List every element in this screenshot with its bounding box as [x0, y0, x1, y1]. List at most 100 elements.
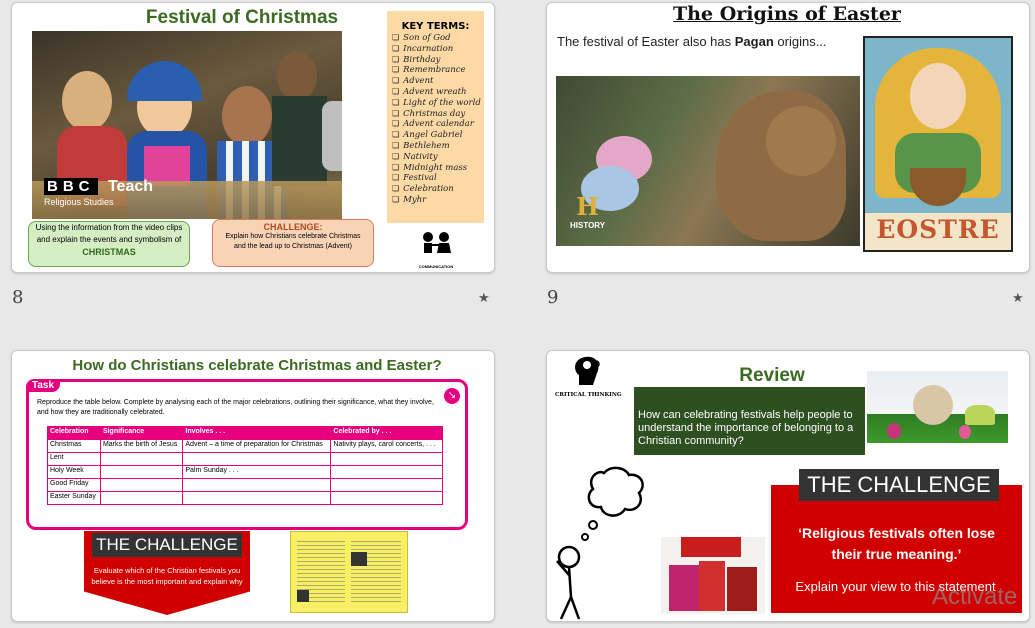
table-cell: [330, 465, 443, 479]
religious-studies-label: Religious Studies: [44, 197, 114, 207]
history-label: HISTORY: [570, 221, 606, 230]
table-cell: [182, 491, 332, 505]
key-terms-heading: KEY TERMS:: [401, 21, 470, 32]
table-cell: [182, 478, 332, 492]
key-term-item: Remembrance: [392, 65, 484, 76]
table-cell: Good Friday: [47, 478, 101, 492]
communication-icon: COMMUNICATION: [414, 231, 458, 271]
bbc-teach-logo: BBC Teach Religious Studies: [44, 178, 153, 207]
slide-thumbnail-10[interactable]: How do Christians celebrate Christmas an…: [11, 350, 495, 622]
subtitle-bold: Pagan: [734, 34, 774, 49]
bbc-logo-text: BBC: [44, 178, 98, 195]
eostre-label: EOSTRE: [876, 215, 1000, 244]
key-term-item: Birthday: [392, 55, 484, 66]
thinking-figure-icon: [549, 465, 649, 620]
table-row: Good Friday: [47, 478, 443, 492]
review-question-box: How can celebrating festivals help peopl…: [634, 387, 865, 455]
teach-logo-text: Teach: [107, 178, 154, 195]
challenge-heading: CHALLENGE:: [263, 222, 323, 232]
key-term-item: Nativity: [392, 152, 484, 163]
table-cell: [330, 491, 443, 505]
challenge-title: THE CHALLENGE: [92, 533, 242, 557]
table-cell: Advent – a time of preparation for Chris…: [182, 439, 332, 453]
info-box: Using the information from the video cli…: [28, 221, 190, 267]
table-cell: Marks the birth of Jesus: [99, 439, 184, 453]
eostre-illustration: EOSTRE: [863, 36, 1013, 252]
review-question: How can celebrating festivals help peopl…: [638, 409, 854, 447]
critical-thinking-label: CRITICAL THINKING: [555, 392, 622, 398]
key-terms-box: KEY TERMS: Son of GodIncarnationBirthday…: [387, 11, 484, 223]
table-cell: [99, 452, 184, 466]
table-header-cell: Celebrated by . . .: [330, 426, 443, 440]
slide-subtitle: The festival of Easter also has Pagan or…: [557, 34, 827, 49]
key-term-item: Advent: [392, 76, 484, 87]
activate-windows-watermark: Activate: [932, 583, 1018, 610]
slide-thumbnail-11[interactable]: CRITICAL THINKING Review How can celebra…: [546, 350, 1030, 622]
table-row: Lent: [47, 452, 443, 466]
slide-title: Festival of Christmas: [145, 7, 339, 28]
worksheet-thumbnail: [290, 531, 408, 613]
table-cell: Palm Sunday . . .: [182, 465, 332, 479]
challenge-text: Explain how Christians celebrate Christm…: [225, 233, 361, 250]
celebrations-table: Celebration Significance Involves . . . Cel…: [47, 426, 443, 505]
key-term-item: Festival: [392, 173, 484, 184]
table-cell: Easter Sunday: [47, 491, 101, 505]
task-label: Task: [26, 379, 61, 392]
table-cell: [330, 452, 443, 466]
slide-title: Review: [739, 365, 805, 386]
table-cell: [330, 478, 443, 492]
slide-title: How do Christians celebrate Christmas an…: [72, 357, 442, 374]
table-row: Holy Week Palm Sunday . . .: [47, 465, 443, 479]
task-text: Reproduce the table below. Complete by a…: [37, 399, 434, 416]
rabbit-eggs-photo: H HISTORY: [556, 76, 860, 246]
communication-label: COMMUNICATION: [418, 264, 454, 269]
task-panel: Task ↘ Reproduce the table below. Comple…: [26, 379, 468, 530]
key-term-item: Angel Gabriel: [392, 130, 484, 141]
info-text: Using the information from the video cli…: [35, 223, 183, 244]
shopping-bags-photo: [661, 537, 765, 614]
slide-number-9: 9: [547, 287, 559, 308]
slide-9-star-icon[interactable]: ★: [1012, 290, 1024, 306]
slide-thumbnail-8[interactable]: Festival of Christmas BBC Teach Religiou…: [11, 2, 495, 273]
table-cell: Nativity plays, carol concerts, . . .: [330, 439, 443, 453]
table-cell: [99, 491, 184, 505]
table-cell: [99, 465, 184, 479]
challenge-title: THE CHALLENGE: [799, 469, 999, 501]
table-header-cell: Involves . . .: [182, 426, 332, 440]
key-term-item: Bethlehem: [392, 141, 484, 152]
slide-thumbnail-9[interactable]: The Origins of Easter The festival of Ea…: [546, 2, 1030, 273]
challenge-text: Evaluate which of the Christian festival…: [91, 566, 243, 586]
challenge-quote: ‘Religious festivals often lose their tr…: [798, 525, 995, 562]
slide-8-star-icon[interactable]: ★: [478, 290, 490, 306]
slide-title: The Origins of Easter: [673, 3, 901, 25]
table-cell: Holy Week: [47, 465, 101, 479]
key-terms-list: Son of GodIncarnationBirthdayRemembrance…: [392, 33, 484, 206]
table-cell: [99, 478, 184, 492]
table-header-cell: Celebration: [47, 426, 101, 440]
challenge-box: CHALLENGE: Explain how Christians celebr…: [212, 219, 374, 267]
table-row: Christmas Marks the birth of Jesus Advent …: [47, 439, 443, 453]
table-cell: Lent: [47, 452, 101, 466]
slide-number-8: 8: [12, 287, 24, 308]
key-term-item: Midnight mass: [392, 163, 484, 174]
expand-icon: ↘: [444, 388, 460, 404]
key-term-item: Myhr: [392, 195, 484, 206]
table-header-cell: Significance: [99, 426, 184, 440]
key-term-item: Celebration: [392, 184, 484, 195]
subtitle-post: origins...: [773, 34, 827, 49]
bunny-eggs-photo: [867, 371, 1008, 443]
nativity-knitted-photo: BBC Teach Religious Studies: [32, 31, 342, 219]
critical-thinking-icon: CRITICAL THINKING: [555, 355, 635, 398]
challenge-panel: THE CHALLENGE Evaluate which of the Chri…: [84, 531, 250, 615]
table-cell: [182, 452, 332, 466]
key-term-item: Incarnation: [392, 44, 484, 55]
key-term-item: Advent wreath: [392, 87, 484, 98]
key-term-item: Christmas day: [392, 109, 484, 120]
history-logo: H HISTORY: [570, 192, 606, 230]
key-term-item: Light of the world: [392, 98, 484, 109]
info-keyword: CHRISTMAS: [82, 247, 136, 257]
table-cell: Christmas: [47, 439, 101, 453]
table-row: Easter Sunday: [47, 491, 443, 505]
key-term-item: Advent calendar: [392, 119, 484, 130]
subtitle-pre: The festival of Easter also has: [557, 34, 735, 49]
